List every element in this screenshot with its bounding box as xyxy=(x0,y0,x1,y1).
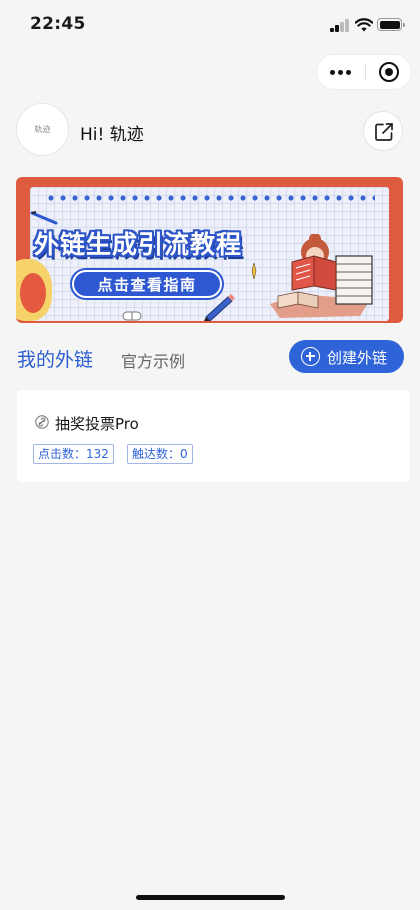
reading-girl-illustration xyxy=(270,234,373,318)
plus-circle-icon xyxy=(301,347,320,366)
create-link-button[interactable]: 创建外链 xyxy=(289,340,404,373)
pencil-icon xyxy=(204,294,235,321)
home-indicator[interactable] xyxy=(136,895,285,900)
click-count-badge: 点击数：132 xyxy=(33,444,114,464)
share-button[interactable] xyxy=(363,111,403,151)
create-link-label: 创建外链 xyxy=(327,349,388,367)
capsule-pill-icon xyxy=(122,311,142,321)
status-time: 22:45 xyxy=(30,14,86,34)
banner-title: 外链生成引流教程 xyxy=(34,230,243,259)
tab-my-links[interactable]: 我的外链 xyxy=(17,345,93,372)
tab-official-examples[interactable]: 官方示例 xyxy=(121,348,185,372)
link-card[interactable]: 抽奖投票Pro 点击数：132 触达数：0 xyxy=(17,390,410,482)
banner-dots-decoration xyxy=(45,195,375,201)
share-icon xyxy=(375,123,393,141)
banner-cta-button[interactable]: 点击查看指南 xyxy=(72,270,222,298)
battery-icon xyxy=(377,18,405,31)
more-icon[interactable] xyxy=(317,55,365,89)
banner-background: 外链生成引流教程 点击查看指南 xyxy=(30,187,389,321)
pen-icon xyxy=(30,211,58,225)
link-title: 抽奖投票Pro xyxy=(55,415,139,433)
link-icon xyxy=(35,415,49,429)
avatar-text: 轨迹 xyxy=(34,125,51,134)
greeting-text: Hi! 轨迹 xyxy=(80,125,144,145)
close-miniprogram-icon[interactable] xyxy=(366,55,412,89)
miniprogram-capsule xyxy=(316,54,412,90)
banner-blob-decoration xyxy=(20,273,46,313)
reach-count-badge: 触达数：0 xyxy=(127,444,193,464)
signal-icon xyxy=(330,19,350,32)
tutorial-banner[interactable]: 外链生成引流教程 点击查看指南 xyxy=(16,177,403,323)
status-bar: 22:45 xyxy=(0,0,420,52)
wifi-icon xyxy=(354,17,374,32)
avatar[interactable]: 轨迹 xyxy=(16,103,69,156)
sparkle-icon xyxy=(251,263,257,279)
